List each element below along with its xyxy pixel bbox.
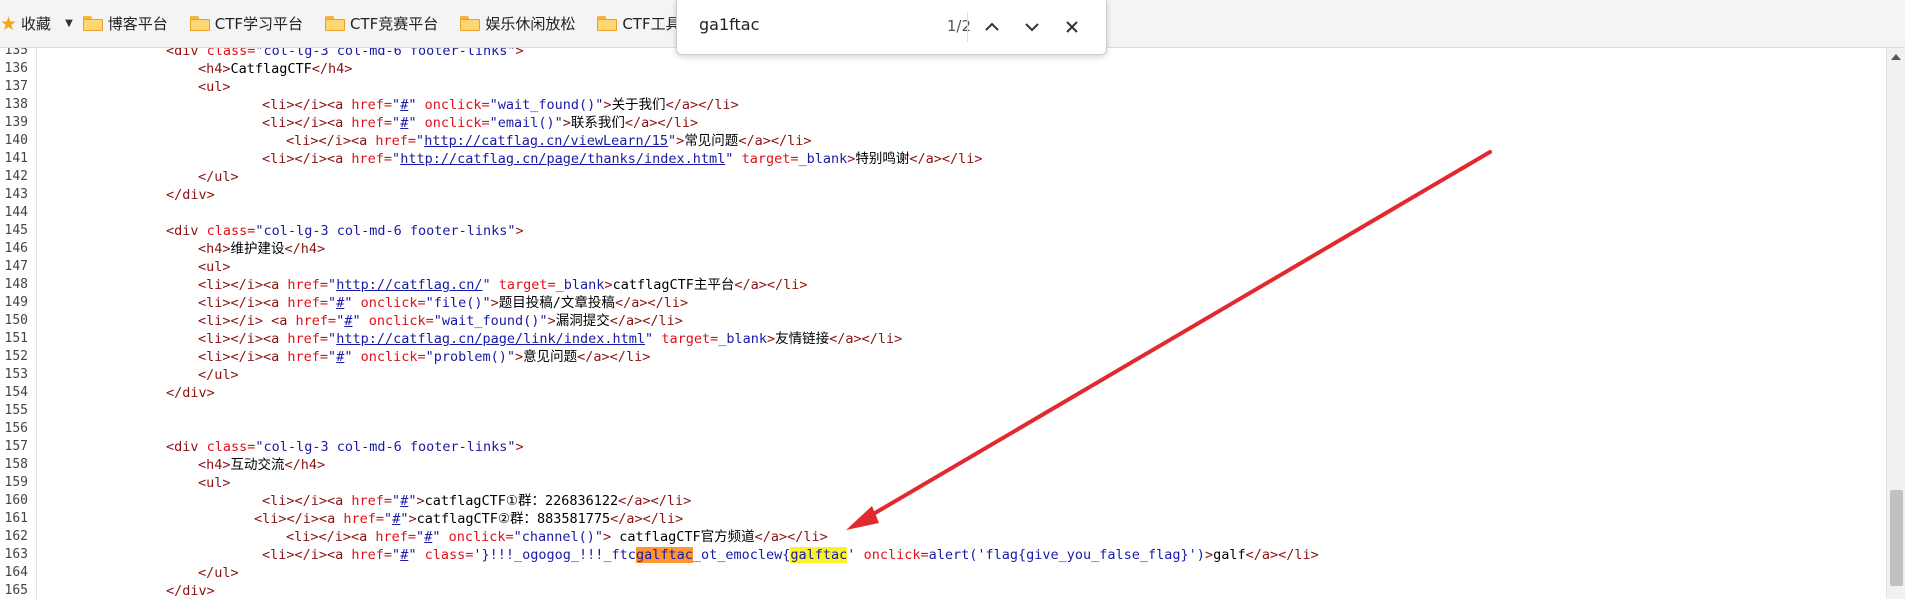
code-line: 153 </ul> — [0, 366, 1886, 384]
line-number: 142 — [4, 169, 28, 184]
find-divider — [967, 12, 968, 42]
code-line: 143 </div> — [0, 186, 1886, 204]
line-number: 160 — [4, 493, 28, 508]
code-line: 158 <h4>互动交流</h4> — [0, 456, 1886, 474]
code-line: 157 <div class="col-lg-3 col-md-6 footer-… — [0, 438, 1886, 456]
line-number: 148 — [4, 277, 28, 292]
code-line: 145 <div class="col-lg-3 col-md-6 footer-… — [0, 222, 1886, 240]
find-previous-button[interactable] — [979, 14, 1005, 40]
code-line: 156 — [0, 420, 1886, 438]
bookmark-label: 娱乐休闲放松 — [485, 15, 576, 33]
code-line: 137 <ul> — [0, 78, 1886, 96]
line-number: 158 — [4, 457, 28, 472]
bookmark-ctf-learn[interactable]: CTF学习平台 — [189, 13, 304, 34]
bookmark-blog[interactable]: 博客平台 — [82, 13, 168, 34]
caret-down-icon[interactable]: ▼ — [65, 18, 73, 29]
favorites-button[interactable]: ★ 收藏 ▼ — [0, 13, 83, 35]
line-number: 143 — [4, 187, 28, 202]
code-line: 164 </ul> — [0, 564, 1886, 582]
find-match-count: 1/2 — [946, 17, 971, 35]
code-line: 138 <li></i><a href="#" onclick="wait_fou… — [0, 96, 1886, 114]
star-icon: ★ — [0, 12, 18, 35]
code-line: 147 <ul> — [0, 258, 1886, 276]
code-line: 144 — [0, 204, 1886, 222]
code-line: 165 </div> — [0, 582, 1886, 599]
line-number: 162 — [4, 529, 28, 544]
line-number: 161 — [4, 511, 28, 526]
code-line: 160 <li></i><a href="#">catflagCTF①群：2268… — [0, 492, 1886, 510]
line-number: 154 — [4, 385, 28, 400]
line-number: 138 — [4, 97, 28, 112]
code-line: 150 <li></i> <a href="#" onclick="wait_fo… — [0, 312, 1886, 330]
line-number: 152 — [4, 349, 28, 364]
line-number: 147 — [4, 259, 28, 274]
line-number: 144 — [4, 205, 28, 220]
line-number: 136 — [4, 61, 28, 76]
other-match: galftac — [790, 547, 848, 563]
find-next-button[interactable] — [1019, 14, 1045, 40]
line-number: 151 — [4, 331, 28, 346]
code-line: 155 — [0, 402, 1886, 420]
line-number: 150 — [4, 313, 28, 328]
bookmark-ctf-contest[interactable]: CTF竞赛平台 — [325, 13, 438, 34]
chevron-up-icon — [985, 22, 999, 31]
line-number: 159 — [4, 475, 28, 490]
code-line: 146 <h4>维护建设</h4> — [0, 240, 1886, 258]
code-line: 136 <h4>CatflagCTF</h4> — [0, 60, 1886, 78]
code-line: 162 <li></i><a href="#" onclick="channel(… — [0, 528, 1886, 546]
bookmark-label: CTF竞赛平台 — [350, 15, 439, 33]
line-number: 155 — [4, 403, 28, 418]
line-number: 156 — [4, 421, 28, 436]
line-number: 153 — [4, 367, 28, 382]
code-line: 154 </div> — [0, 384, 1886, 402]
favorites-label: 收藏 — [21, 15, 52, 33]
line-number: 163 — [4, 547, 28, 562]
code-line: 139 <li></i><a href="#" onclick="email()"… — [0, 114, 1886, 132]
line-number: 164 — [4, 565, 28, 580]
line-number: 135 — [4, 48, 28, 58]
source-view: 135 <div class="col-lg-3 col-md-6 footer-… — [0, 48, 1886, 599]
folder-icon — [325, 16, 346, 31]
code-line: 161 <li></i><a href="#">catflagCTF②群：8835… — [0, 510, 1886, 528]
line-number: 146 — [4, 241, 28, 256]
line-number: 141 — [4, 151, 28, 166]
bookmark-label: CTF学习平台 — [214, 15, 304, 33]
code-line: 148 <li></i><a href="http://catflag.cn/" … — [0, 276, 1886, 294]
scrollbar-thumb[interactable] — [1890, 490, 1903, 586]
code-line: 142 </ul> — [0, 168, 1886, 186]
current-match: galftac — [635, 547, 693, 563]
bookmark-label: 博客平台 — [107, 15, 168, 33]
code-line: 140 <li></i><a href="http://catflag.cn/vi… — [0, 132, 1886, 150]
code-line: 149 <li></i><a href="#" onclick="file()">… — [0, 294, 1886, 312]
chevron-down-icon — [1025, 23, 1039, 32]
close-icon — [1066, 21, 1078, 33]
scroll-up-arrow-icon[interactable] — [1891, 54, 1901, 60]
bookmark-ctf-tools[interactable]: CTF工具 — [597, 13, 681, 34]
bookmark-entertainment[interactable]: 娱乐休闲放松 — [460, 13, 575, 34]
line-number: 137 — [4, 79, 28, 94]
vertical-scrollbar[interactable] — [1886, 48, 1905, 599]
find-bar: 1/2 — [676, 0, 1107, 55]
folder-icon — [460, 16, 481, 31]
code-line: 151 <li></i><a href="http://catflag.cn/pa… — [0, 330, 1886, 348]
line-number: 157 — [4, 439, 28, 454]
bookmark-label: CTF工具 — [622, 15, 681, 33]
find-input[interactable] — [699, 15, 899, 34]
line-number: 145 — [4, 223, 28, 238]
code-line: 159 <ul> — [0, 474, 1886, 492]
code-line: 152 <li></i><a href="#" onclick="problem(… — [0, 348, 1886, 366]
code-line: 141 <li></i><a href="http://catflag.cn/pa… — [0, 150, 1886, 168]
folder-icon — [597, 16, 618, 31]
code-line: 163 <li></i><a href="#" class='}!!!_ogogo… — [0, 546, 1886, 564]
find-close-button[interactable] — [1059, 14, 1085, 40]
line-number: 165 — [4, 583, 28, 598]
folder-icon — [82, 16, 103, 31]
line-number: 140 — [4, 133, 28, 148]
line-number: 139 — [4, 115, 28, 130]
folder-icon — [189, 16, 210, 31]
line-number: 149 — [4, 295, 28, 310]
